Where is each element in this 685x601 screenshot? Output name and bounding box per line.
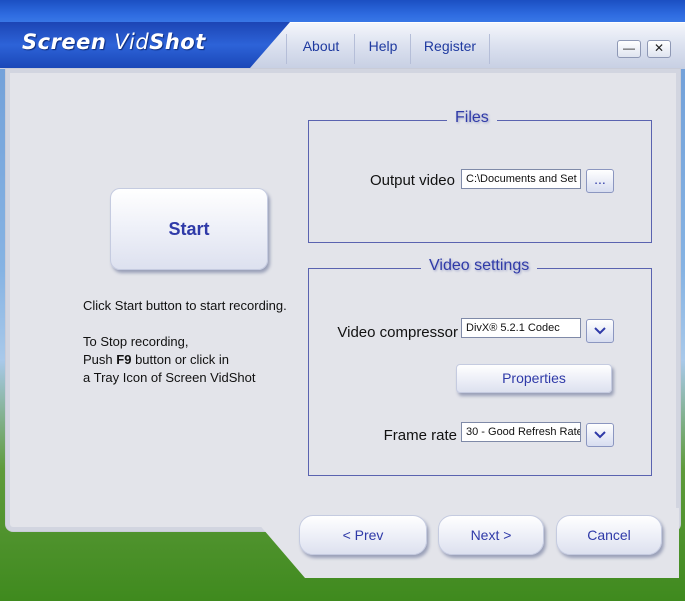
minimize-icon: — bbox=[623, 41, 635, 55]
instructions-suffix: button or click in bbox=[135, 352, 229, 367]
frame-rate-select[interactable]: 30 - Good Refresh Rate bbox=[461, 422, 581, 442]
menu-help[interactable]: Help bbox=[354, 34, 411, 64]
video-compressor-label: Video compressor bbox=[337, 324, 458, 341]
minimize-button[interactable]: — bbox=[617, 40, 641, 58]
frame-rate-dropdown-button[interactable] bbox=[586, 423, 614, 447]
prev-button[interactable]: < Prev bbox=[299, 515, 427, 555]
output-video-field[interactable]: C:\Documents and Set bbox=[461, 169, 581, 189]
start-button[interactable]: Start bbox=[110, 188, 268, 270]
chevron-down-icon bbox=[594, 431, 606, 439]
menu-register[interactable]: Register bbox=[410, 34, 490, 64]
instructions-line1: Click Start button to start recording. bbox=[83, 298, 287, 313]
instructions-line3: Push F9 button or click in bbox=[83, 351, 303, 369]
close-button[interactable]: ✕ bbox=[647, 40, 671, 58]
instructions-line4: a Tray Icon of Screen VidShot bbox=[83, 370, 256, 385]
next-button[interactable]: Next > bbox=[438, 515, 544, 555]
browse-button[interactable]: ... bbox=[586, 169, 614, 193]
instructions-push: Push bbox=[83, 352, 113, 367]
menu-about[interactable]: About bbox=[286, 34, 355, 64]
hotkey-label: F9 bbox=[116, 352, 132, 367]
video-compressor-select[interactable]: DivX® 5.2.1 Codec bbox=[461, 318, 581, 338]
instructions-text: Click Start button to start recording. T… bbox=[83, 297, 303, 387]
compressor-dropdown-button[interactable] bbox=[586, 319, 614, 343]
browse-icon: ... bbox=[594, 171, 606, 187]
files-group-title: Files bbox=[447, 109, 497, 127]
cancel-button[interactable]: Cancel bbox=[556, 515, 662, 555]
app-window: Screen VidShot About Help Register — ✕ S… bbox=[0, 0, 685, 601]
video-settings-title: Video settings bbox=[421, 257, 538, 275]
app-title-part3: Shot bbox=[149, 30, 206, 54]
app-title: Screen VidShot bbox=[22, 30, 206, 54]
output-video-label: Output video bbox=[369, 172, 455, 189]
title-bar-strip bbox=[0, 0, 685, 24]
close-icon: ✕ bbox=[653, 41, 665, 55]
properties-button[interactable]: Properties bbox=[456, 364, 612, 393]
chevron-down-icon bbox=[594, 327, 606, 335]
frame-rate-label: Frame rate bbox=[383, 427, 457, 444]
instructions-line2: To Stop recording, bbox=[83, 334, 189, 349]
app-title-part2: Vid bbox=[114, 30, 150, 54]
app-title-part1: Screen bbox=[22, 30, 107, 54]
